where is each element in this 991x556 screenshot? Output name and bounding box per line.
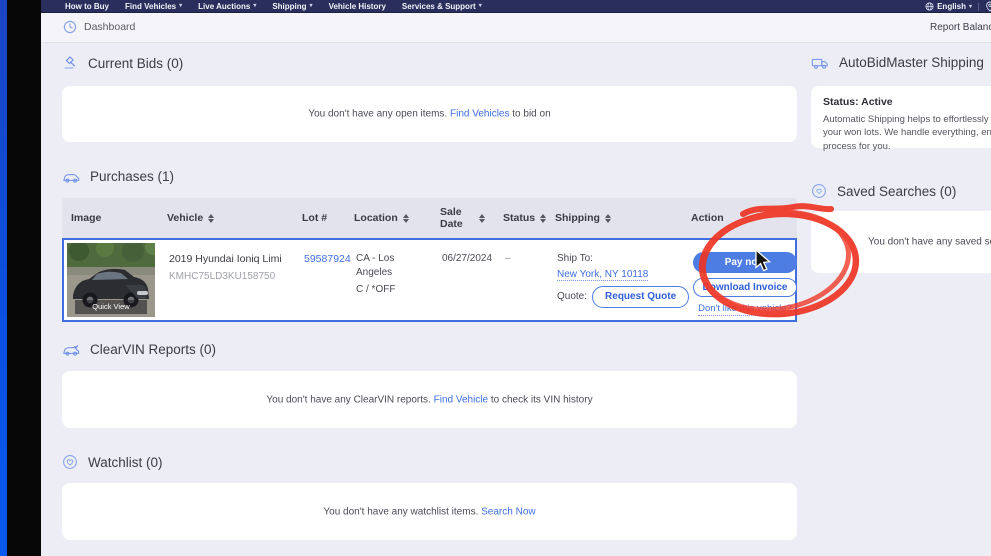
nav-divider [978, 3, 979, 11]
main-content: Current Bids (0) You don't have any open… [41, 43, 991, 556]
sale-date-cell: 06/27/2024 [433, 240, 496, 320]
col-header-vehicle[interactable]: Vehicle [158, 198, 293, 238]
sort-icon [403, 214, 410, 223]
section-title: Current Bids (0) [88, 56, 183, 71]
sort-icon [208, 214, 215, 223]
section-title: Watchlist (0) [88, 455, 163, 470]
nav-live-auctions[interactable]: Live Auctions▾ [198, 2, 256, 11]
dashboard-icon [63, 20, 77, 34]
breadcrumb-bar: Dashboard Report Balance [41, 13, 991, 43]
section-title: Purchases (1) [90, 169, 174, 184]
watchlist-heading: Watchlist (0) [62, 454, 163, 470]
car-check-icon [62, 343, 80, 357]
autobidmaster-shipping-heading: AutoBidMaster Shipping [811, 55, 984, 70]
download-invoice-button[interactable]: Download Invoice [693, 278, 797, 297]
vehicle-cell: 2019 Hyundai Ioniq Limi KMHC75LD3KU15875… [160, 240, 295, 320]
lot-cell: 59587924 [295, 240, 347, 320]
location-code: C / *OFF [356, 283, 427, 297]
window-edge-blue-stripe [0, 0, 7, 556]
car-icon [62, 170, 80, 184]
chevron-down-icon: ▾ [179, 3, 182, 9]
saved-searches-heading: Saved Searches (0) [811, 183, 956, 199]
col-header-action: Action [682, 198, 797, 238]
sort-icon [605, 214, 612, 223]
purchases-table: Image Vehicle Lot # Location Sale Date S… [62, 198, 797, 322]
sort-icon [479, 214, 486, 223]
request-quote-button[interactable]: Request Quote [592, 286, 689, 308]
lot-number-link[interactable]: 59587924 [304, 253, 351, 265]
ship-to-label: Ship To: [557, 252, 678, 266]
breadcrumb[interactable]: Dashboard [63, 20, 135, 34]
location-name: CA - Los Angeles [356, 252, 427, 280]
language-selector[interactable]: English ▾ [925, 2, 972, 11]
find-vehicle-link[interactable]: Find Vehicle [434, 394, 488, 405]
watchlist-empty-text: You don't have any watchlist items. Sear… [62, 506, 797, 517]
pay-now-button[interactable]: Pay now [693, 252, 797, 273]
purchases-table-header: Image Vehicle Lot # Location Sale Date S… [62, 198, 797, 238]
heart-circle-icon [62, 454, 78, 470]
truck-icon [811, 56, 829, 70]
chevron-down-icon: ▾ [479, 3, 482, 9]
shipping-cell: Ship To: New York, NY 10118 Quote: Reque… [548, 240, 684, 320]
col-header-lot: Lot # [293, 198, 345, 238]
col-header-location[interactable]: Location [345, 198, 431, 238]
vehicle-title[interactable]: 2019 Hyundai Ioniq Limi [169, 252, 289, 267]
saved-searches-card: You don't have any saved searches [811, 211, 991, 273]
vehicle-vin: KMHC75LD3KU158750 [169, 270, 289, 284]
ship-to-link[interactable]: New York, NY 10118 [557, 269, 648, 281]
dont-like-vehicle-link[interactable]: Don't like this vehicle? [698, 302, 792, 316]
section-title: Saved Searches (0) [837, 184, 956, 199]
chevron-down-icon: ▾ [310, 3, 313, 9]
current-bids-card: You don't have any open items. Find Vehi… [62, 86, 797, 142]
section-title: AutoBidMaster Shipping [839, 55, 984, 70]
shipping-desc-line: your won lots. We handle everything, ens… [823, 126, 991, 139]
nav-right-group: English ▾ [925, 0, 991, 13]
nav-find-vehicles[interactable]: Find Vehicles▾ [125, 2, 182, 11]
nav-items: How to Buy Find Vehicles▾ Live Auctions▾… [41, 2, 482, 11]
chevron-down-icon: ▾ [253, 3, 256, 9]
search-now-link[interactable]: Search Now [481, 506, 535, 517]
current-bids-empty-text: You don't have any open items. Find Vehi… [62, 109, 797, 120]
gavel-icon [62, 55, 78, 71]
sort-icon [540, 214, 547, 223]
shipping-desc-line: Automatic Shipping helps to effortlessly… [823, 113, 991, 126]
saved-searches-empty-text: You don't have any saved searches [868, 237, 991, 248]
section-title: ClearVIN Reports (0) [90, 342, 216, 357]
col-header-image: Image [62, 198, 158, 238]
clearvin-card: You don't have any ClearVIN reports. Fin… [62, 371, 797, 428]
vehicle-image-cell: Quick View [64, 240, 160, 320]
shipping-status-card: Status: Active Automatic Shipping helps … [811, 86, 991, 148]
saved-search-icon [811, 183, 827, 199]
status-cell: – [496, 240, 548, 320]
location-cell: CA - Los Angeles C / *OFF [347, 240, 433, 320]
window-edge-black-stripe [7, 0, 41, 556]
report-balance-link[interactable]: Report Balance [930, 22, 991, 33]
nav-services-support[interactable]: Services & Support▾ [402, 2, 482, 11]
quote-label: Quote: [557, 290, 587, 304]
purchase-row: Quick View 2019 Hyundai Ioniq Limi KMHC7… [62, 238, 797, 322]
col-header-status[interactable]: Status [494, 198, 546, 238]
shipping-desc-line: process for you. [823, 140, 991, 153]
watchlist-pin-icon[interactable] [985, 1, 991, 12]
globe-icon [925, 2, 934, 11]
dashboard-page: How to Buy Find Vehicles▾ Live Auctions▾… [41, 0, 991, 556]
shipping-status: Status: Active [823, 96, 991, 108]
purchases-heading: Purchases (1) [62, 169, 174, 184]
chevron-down-icon: ▾ [969, 4, 972, 10]
nav-how-to-buy[interactable]: How to Buy [65, 2, 109, 11]
find-vehicles-link[interactable]: Find Vehicles [450, 109, 509, 120]
clearvin-empty-text: You don't have any ClearVIN reports. Fin… [62, 394, 797, 405]
vehicle-photo[interactable]: Quick View [67, 243, 155, 317]
col-header-sale-date[interactable]: Sale Date [431, 198, 494, 238]
quick-view-overlay[interactable]: Quick View [75, 300, 147, 315]
nav-shipping[interactable]: Shipping▾ [272, 2, 312, 11]
col-header-shipping[interactable]: Shipping [546, 198, 682, 238]
watchlist-card: You don't have any watchlist items. Sear… [62, 483, 797, 540]
clearvin-heading: ClearVIN Reports (0) [62, 342, 216, 357]
current-bids-heading: Current Bids (0) [62, 55, 183, 71]
nav-vehicle-history[interactable]: Vehicle History [329, 2, 386, 11]
breadcrumb-label: Dashboard [84, 21, 135, 33]
action-cell: Pay now Download Invoice Don't like this… [684, 240, 803, 320]
top-nav-bar: How to Buy Find Vehicles▾ Live Auctions▾… [41, 0, 991, 13]
